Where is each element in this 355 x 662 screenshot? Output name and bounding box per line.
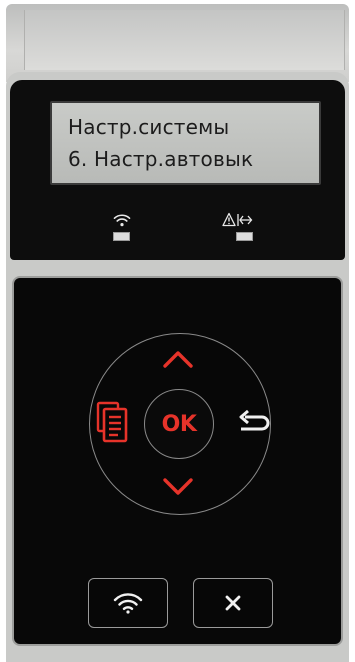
- chevron-down-icon: [160, 472, 196, 502]
- ok-button-label: OK: [161, 411, 197, 437]
- up-button[interactable]: [160, 344, 196, 374]
- wifi-status-led: [113, 232, 130, 241]
- printer-top-bezel: [6, 4, 349, 82]
- down-button[interactable]: [160, 472, 196, 502]
- back-button[interactable]: [233, 408, 273, 438]
- wifi-icon: [113, 592, 143, 614]
- wifi-button[interactable]: [88, 578, 168, 628]
- chevron-up-icon: [160, 344, 196, 374]
- printer-top-recess: [24, 10, 345, 70]
- wifi-icon: [113, 213, 131, 227]
- cancel-button[interactable]: [193, 578, 273, 628]
- menu-button[interactable]: [96, 400, 130, 446]
- lcd-line-1: Настр.системы: [68, 115, 230, 139]
- ok-button[interactable]: OK: [144, 389, 214, 459]
- warning-data-icon: [222, 212, 254, 228]
- back-icon: [233, 408, 273, 438]
- menu-icon: [96, 400, 130, 446]
- close-icon: [223, 593, 243, 613]
- lcd-display: Настр.системы 6. Настр.автовык: [50, 101, 321, 185]
- lcd-line-2: 6. Настр.автовык: [68, 147, 254, 171]
- error-status-led: [236, 232, 253, 241]
